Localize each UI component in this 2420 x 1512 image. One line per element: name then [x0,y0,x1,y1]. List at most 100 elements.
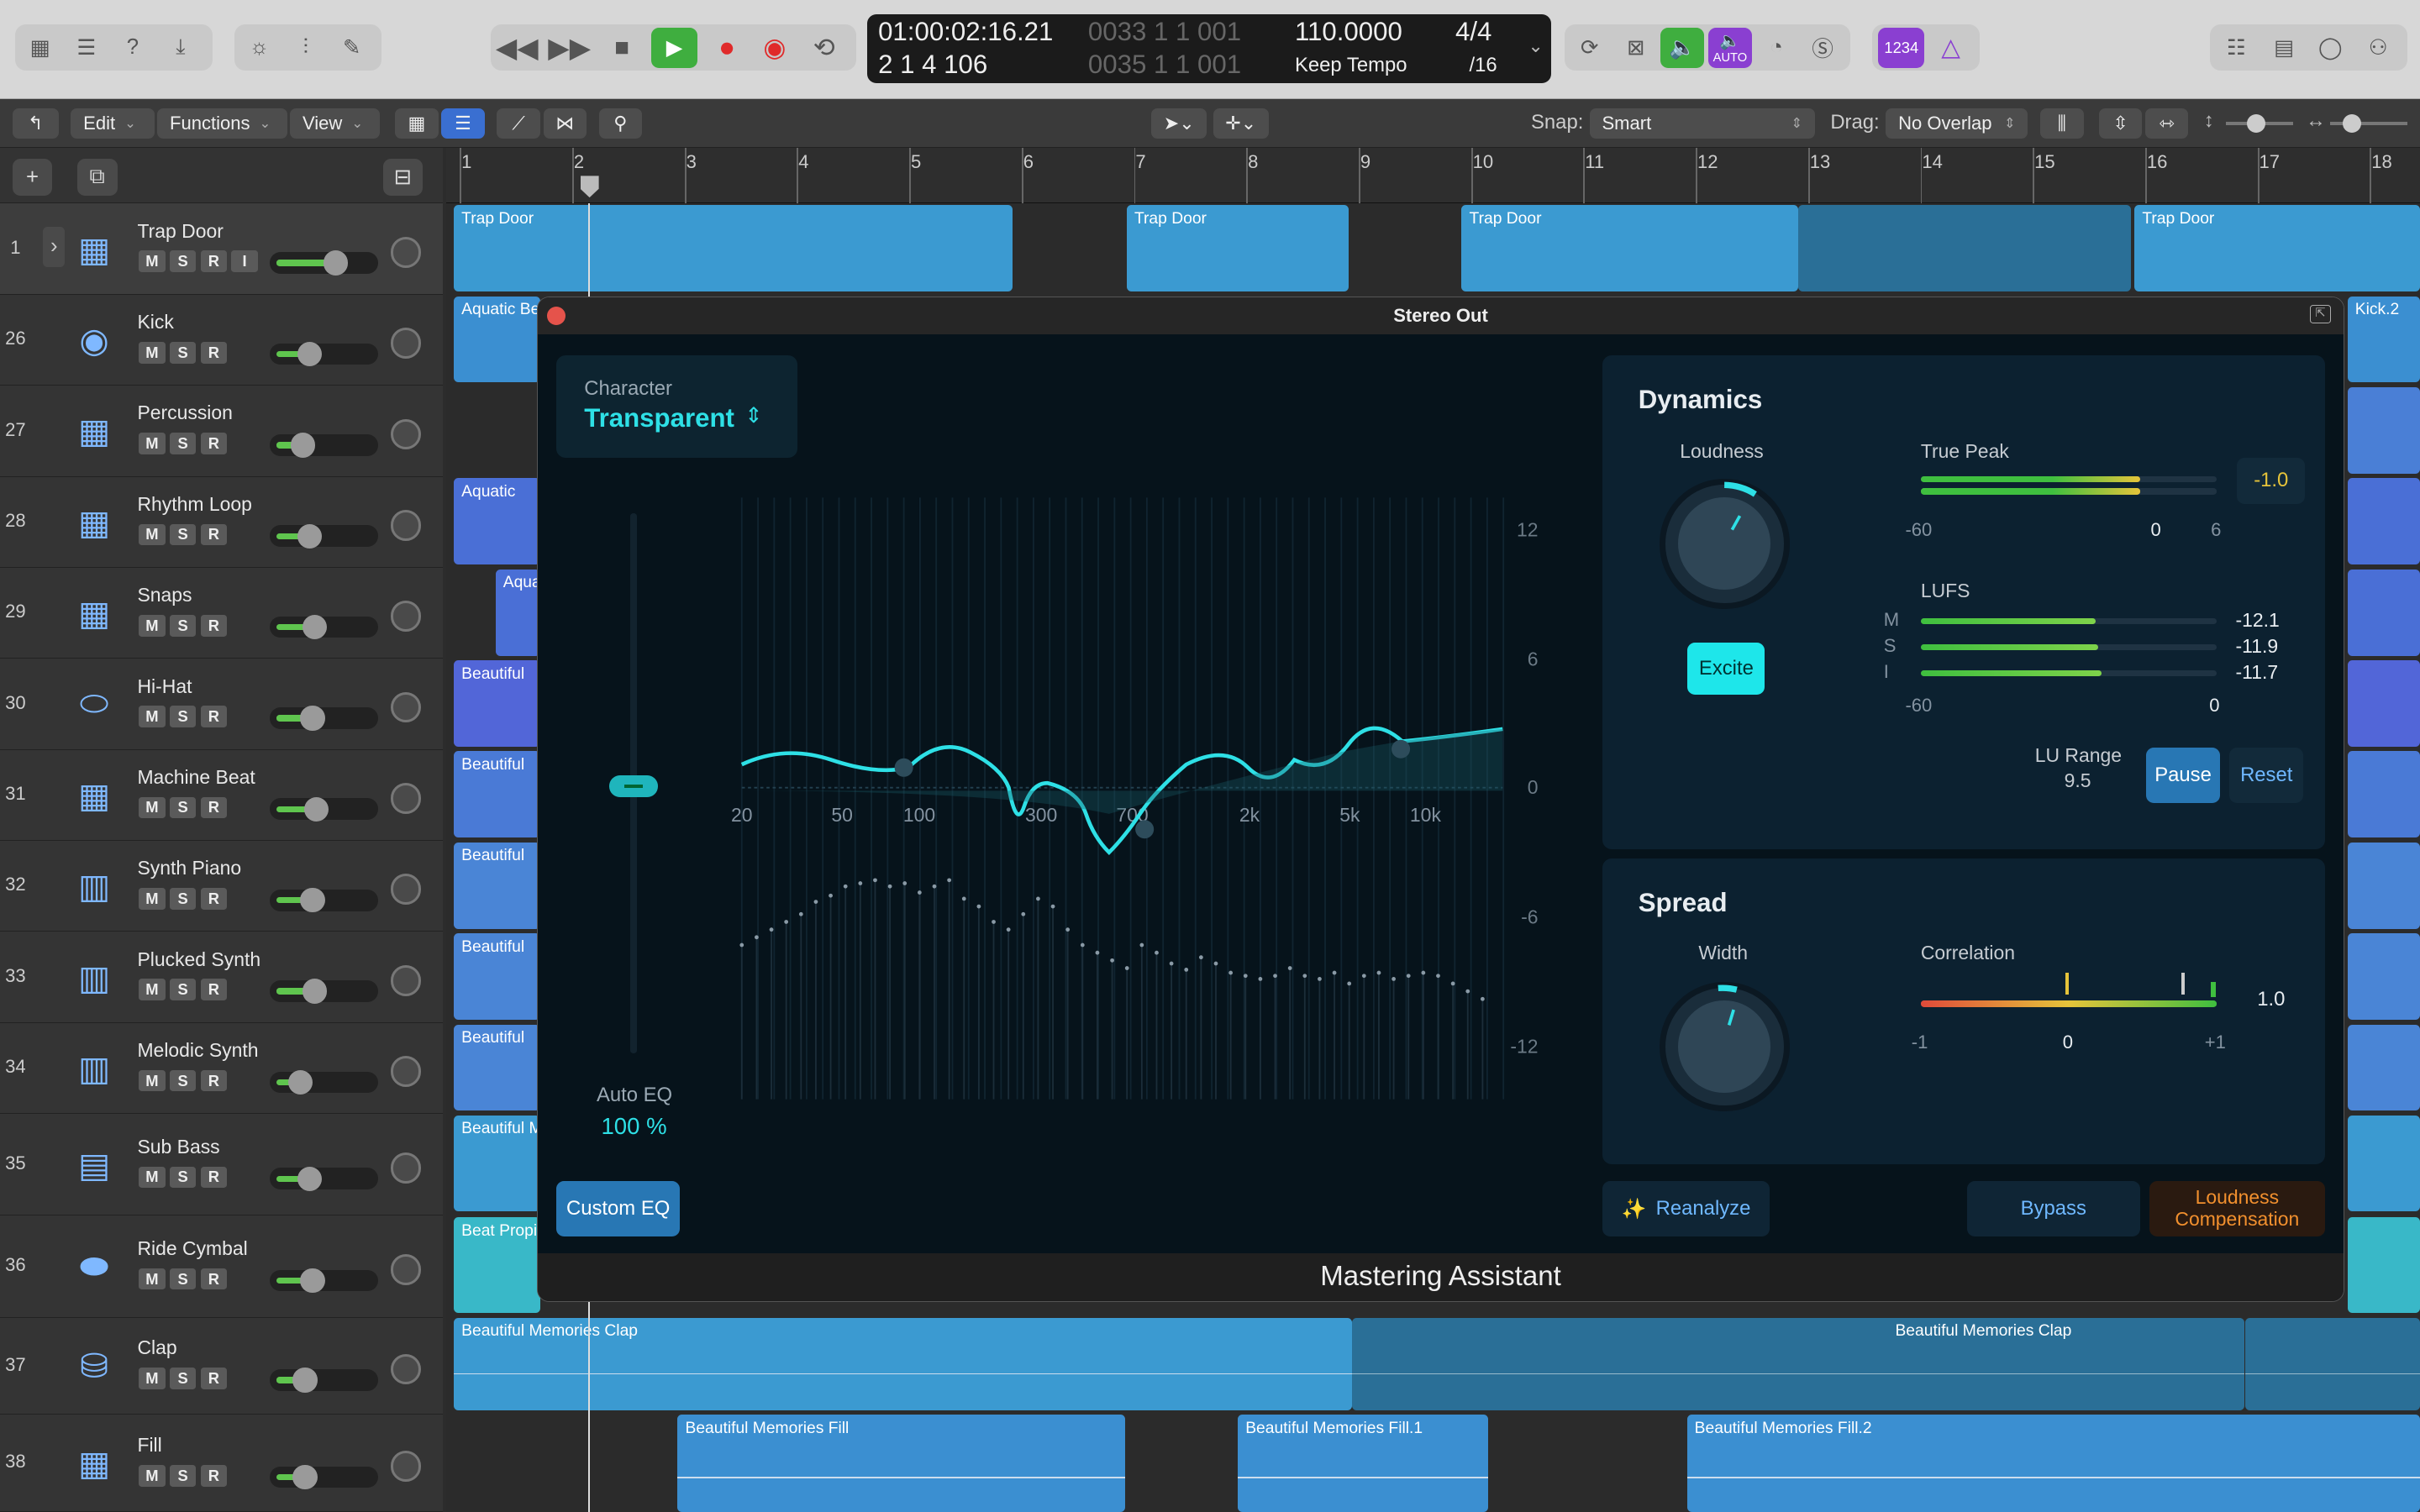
track-name[interactable]: Machine Beat [137,766,255,789]
track-name[interactable]: Synth Piano [137,857,241,879]
volume-thumb[interactable] [300,888,325,913]
track-header[interactable]: 30 ⬭ Hi-Hat M S R [0,659,444,750]
back-arrow-icon[interactable]: ↰ [12,108,59,139]
region-right[interactable] [2347,1115,2420,1211]
region-right[interactable] [2347,478,2420,565]
solo-button[interactable]: S [170,523,197,546]
solo-button[interactable]: S [170,433,197,454]
region-trap-door[interactable]: Trap Door [2134,205,2420,292]
volume-thumb[interactable] [297,341,323,367]
brightness-icon[interactable]: ☼ [239,29,280,66]
region-aqua[interactable]: Aqua [495,569,540,656]
width-knob[interactable] [1660,982,1790,1112]
track-name[interactable]: Snaps [137,584,192,606]
speaker-icon[interactable]: 🔈 [1660,28,1704,68]
pan-knob[interactable] [390,1353,422,1385]
mixer-icon[interactable]: ⫶ [286,29,326,66]
custom-eq-button[interactable]: Custom EQ [556,1181,681,1237]
record-enable-button[interactable]: R [200,1268,227,1290]
region-right[interactable] [2347,1217,2420,1314]
stop-icon[interactable]: ■ [602,29,642,66]
lcd-tempo-mode[interactable]: Keep Tempo [1295,54,1407,77]
lcd-chevron-down-icon[interactable]: ⌄ [1528,35,1543,57]
pause-button[interactable]: Pause [2145,747,2221,804]
region-fill[interactable]: Beautiful Memories Fill.2 [1686,1415,2420,1512]
record-enable-button[interactable]: R [200,1368,227,1389]
vertical-zoom-slider[interactable] [2225,113,2294,133]
region-beautiful[interactable]: Beautiful [453,1024,540,1111]
pan-knob[interactable] [390,236,422,268]
volume-slider[interactable] [270,614,378,640]
pan-knob[interactable] [390,1254,422,1285]
duplicate-track-icon[interactable]: ⧉ [76,159,118,197]
lcd-tempo[interactable]: 110.0000 [1295,17,1402,47]
record-enable-button[interactable]: R [200,979,227,1001]
pan-knob[interactable] [390,1451,422,1483]
solo-button[interactable]: S [170,1368,197,1389]
record-icon[interactable]: ● [707,29,747,66]
region-trap-door[interactable]: Trap Door [453,205,1013,292]
track-header[interactable]: 32 ▥ Synth Piano M S R [0,840,444,932]
metronome-icon[interactable]: △ [1931,29,1971,66]
region-trap-door[interactable]: Trap Door [1126,205,1349,292]
drag-select[interactable]: No Overlap ⇕ [1886,108,2028,139]
close-window-icon[interactable] [547,306,566,325]
disclosure-chevron-icon[interactable]: › [43,226,66,267]
cycle-icon[interactable]: ⟲ [804,29,844,66]
region-beat-prop[interactable]: Beat Propi [453,1217,540,1314]
true-peak-value[interactable]: -1.0 [2237,457,2306,504]
fast-forward-icon[interactable]: ▶▶ [548,29,591,66]
region-fill[interactable]: Beautiful Memories Fill [677,1415,1125,1512]
pan-knob[interactable] [390,964,422,996]
volume-thumb[interactable] [302,979,327,1004]
region-right[interactable] [2347,842,2420,929]
volume-thumb[interactable] [300,1268,325,1294]
volume-slider[interactable] [270,706,378,731]
bar-ruler[interactable]: 1 2 3 4 5 6 7 8 9 10 11 12 13 14 15 16 17 18 [445,148,2420,204]
solo-button[interactable]: S [170,888,197,910]
track-name[interactable]: Plucked Synth [137,948,260,971]
eq-band-handle[interactable] [1391,739,1410,759]
track-name[interactable]: Hi-Hat [137,675,192,698]
lcd-division[interactable]: /16 [1470,54,1497,77]
region-trap-door-loop[interactable] [1797,205,2132,292]
mute-button[interactable]: M [139,888,166,910]
mute-button[interactable]: M [139,796,166,819]
mute-button[interactable]: M [139,614,166,637]
volume-slider[interactable] [270,341,378,367]
pointer-tool-icon[interactable]: ➤⌄ [1151,108,1207,139]
volume-slider[interactable] [270,1268,378,1294]
solo-button[interactable]: S [170,979,197,1001]
excite-button[interactable]: Excite [1687,643,1765,696]
solo-button[interactable]: S [170,250,197,273]
record-enable-button[interactable]: R [200,706,227,727]
reset-button[interactable]: Reset [2229,747,2304,804]
region-trap-door[interactable]: Trap Door [1461,205,1798,292]
track-header[interactable]: 27 ▦ Percussion M S R [0,386,444,477]
track-name[interactable]: Trap Door [137,220,223,243]
track-name[interactable]: Sub Bass [137,1136,219,1158]
pan-knob[interactable] [390,1056,422,1087]
solo-button[interactable]: S [170,1166,197,1189]
slider-thumb[interactable] [2343,113,2362,133]
lcd-time-signature[interactable]: 4/4 [1455,17,1491,47]
volume-slider[interactable] [270,433,378,458]
track-name[interactable]: Percussion [137,402,232,424]
volume-slider[interactable] [270,1464,378,1490]
character-selector[interactable]: Character Transparent ⇕ [556,355,797,458]
track-header[interactable]: 38 ▦ Fill M S R [0,1415,444,1512]
mute-button[interactable]: M [139,523,166,546]
grid-view-icon[interactable]: ▦ [395,108,439,139]
region-right[interactable] [2347,387,2420,474]
autopunch-icon[interactable]: ⊠ [1616,29,1656,66]
tuner-icon[interactable]: ◔ [1756,29,1797,66]
window-link-icon[interactable]: ⇱ [2309,304,2332,323]
mute-button[interactable]: M [139,433,166,454]
loudness-knob[interactable] [1660,479,1790,609]
mute-button[interactable]: M [139,979,166,1001]
volume-slider[interactable] [270,979,378,1004]
solo-button[interactable]: S [170,796,197,819]
loudness-compensation-button[interactable]: Loudness Compensation [2149,1181,2326,1237]
pan-knob[interactable] [390,1152,422,1184]
track-header[interactable]: 36 ⬬ Ride Cymbal M S R [0,1215,444,1318]
